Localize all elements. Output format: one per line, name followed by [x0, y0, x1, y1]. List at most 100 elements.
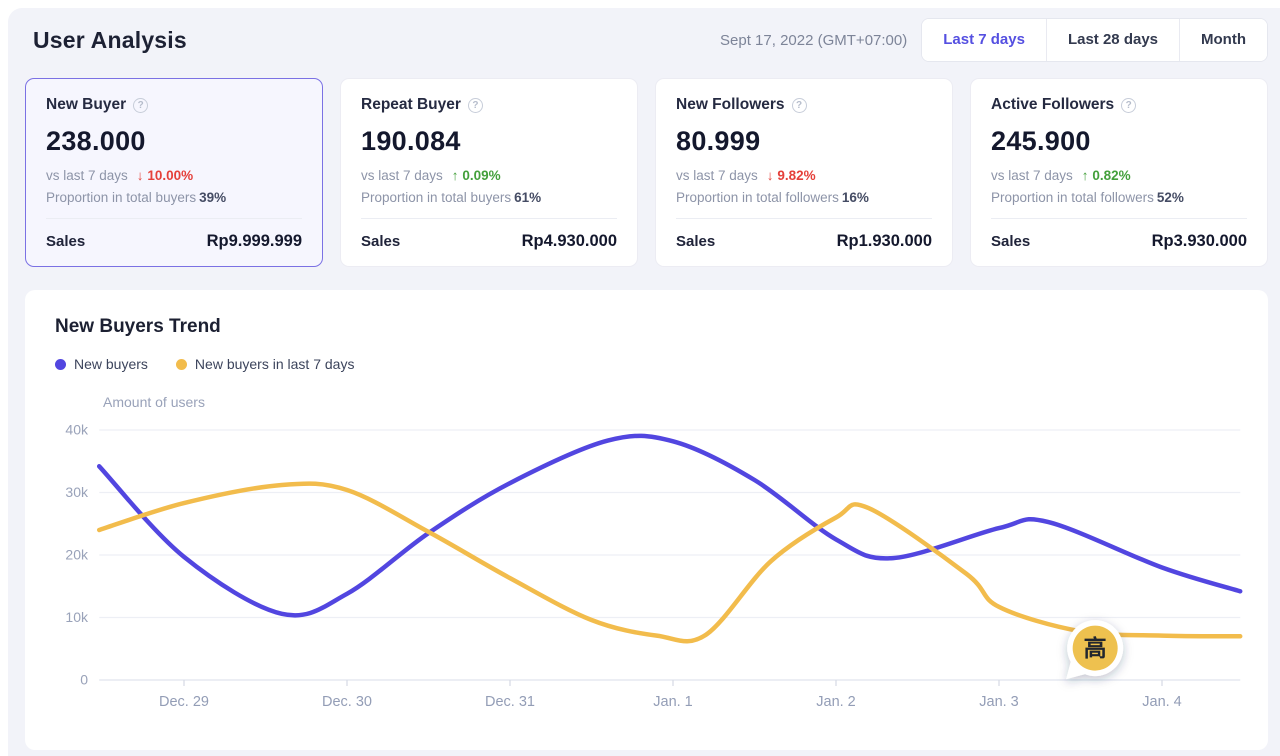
help-icon[interactable]: ?	[468, 98, 483, 113]
card-title-row: Active Followers ?	[991, 96, 1247, 114]
card-value: 238.000	[46, 126, 302, 157]
chart-legend: New buyers New buyers in last 7 days	[55, 356, 1238, 372]
arrow-down-icon: ↓	[767, 168, 774, 183]
card-title-row: New Followers ?	[676, 96, 932, 114]
svg-text:10k: 10k	[65, 609, 89, 625]
proportion-value: 52%	[1157, 190, 1184, 205]
card-title: New Followers	[676, 96, 785, 114]
vs-label: vs last 7 days	[676, 168, 758, 183]
proportion-label: Proportion in total followers	[676, 190, 839, 205]
proportion-row: Proportion in total followers52%	[991, 190, 1247, 205]
vs-row: vs last 7 days ↑ 0.09%	[361, 168, 617, 183]
vs-label: vs last 7 days	[991, 168, 1073, 183]
legend-item-new-buyers[interactable]: New buyers	[55, 356, 148, 372]
proportion-row: Proportion in total buyers39%	[46, 190, 302, 205]
page-header: User Analysis Sept 17, 2022 (GMT+07:00) …	[25, 18, 1268, 62]
help-icon[interactable]: ?	[792, 98, 807, 113]
card-title: New Buyer	[46, 96, 126, 114]
legend-label: New buyers	[74, 356, 148, 372]
proportion-value: 39%	[199, 190, 226, 205]
change-badge: ↓ 10.00%	[137, 168, 193, 183]
help-icon[interactable]: ?	[1121, 98, 1136, 113]
change-value: 9.82%	[777, 168, 815, 183]
card-value: 190.084	[361, 126, 617, 157]
svg-text:Dec. 30: Dec. 30	[322, 694, 372, 710]
vs-label: vs last 7 days	[361, 168, 443, 183]
date-label: Sept 17, 2022 (GMT+07:00)	[720, 32, 907, 49]
stat-card-active-followers[interactable]: Active Followers ? 245.900 vs last 7 day…	[970, 78, 1268, 267]
card-title-row: New Buyer ?	[46, 96, 302, 114]
range-button-month[interactable]: Month	[1179, 19, 1267, 61]
chart-title: New Buyers Trend	[55, 316, 1238, 338]
svg-text:40k: 40k	[65, 422, 89, 438]
stat-cards-row: New Buyer ? 238.000 vs last 7 days ↓ 10.…	[25, 78, 1268, 267]
trend-chart-svg[interactable]: 010k20k30k40kDec. 29Dec. 30Dec. 31Jan. 1…	[25, 414, 1268, 732]
svg-text:0: 0	[80, 672, 88, 688]
sales-label: Sales	[46, 233, 85, 250]
card-title: Active Followers	[991, 96, 1114, 114]
svg-text:高: 高	[1084, 635, 1107, 661]
chart-header: New Buyers Trend New buyers New buyers i…	[25, 316, 1268, 372]
change-badge: ↑ 0.09%	[452, 168, 501, 183]
y-axis-title: Amount of users	[103, 394, 1268, 410]
proportion-row: Proportion in total buyers61%	[361, 190, 617, 205]
sales-value: Rp1.930.000	[837, 232, 932, 251]
svg-text:Jan. 3: Jan. 3	[979, 694, 1019, 710]
help-icon[interactable]: ?	[133, 98, 148, 113]
date-range-segmented-control: Last 7 days Last 28 days Month	[921, 18, 1268, 62]
svg-text:20k: 20k	[65, 547, 89, 563]
proportion-value: 61%	[514, 190, 541, 205]
stat-card-repeat-buyer[interactable]: Repeat Buyer ? 190.084 vs last 7 days ↑ …	[340, 78, 638, 267]
vs-label: vs last 7 days	[46, 168, 128, 183]
proportion-row: Proportion in total followers16%	[676, 190, 932, 205]
new-buyers-trend-card: New Buyers Trend New buyers New buyers i…	[25, 290, 1268, 750]
card-value: 80.999	[676, 126, 932, 157]
sales-row: Sales Rp3.930.000	[991, 232, 1247, 251]
arrow-down-icon: ↓	[137, 168, 144, 183]
proportion-label: Proportion in total followers	[991, 190, 1154, 205]
change-value: 0.09%	[462, 168, 500, 183]
card-title-row: Repeat Buyer ?	[361, 96, 617, 114]
sales-row: Sales Rp1.930.000	[676, 232, 932, 251]
sales-value: Rp9.999.999	[207, 232, 302, 251]
sales-label: Sales	[361, 233, 400, 250]
vs-row: vs last 7 days ↓ 9.82%	[676, 168, 932, 183]
card-value: 245.900	[991, 126, 1247, 157]
stat-card-new-followers[interactable]: New Followers ? 80.999 vs last 7 days ↓ …	[655, 78, 953, 267]
header-controls: Sept 17, 2022 (GMT+07:00) Last 7 days La…	[720, 18, 1268, 62]
svg-text:Dec. 31: Dec. 31	[485, 694, 535, 710]
change-badge: ↑ 0.82%	[1082, 168, 1131, 183]
legend-item-new-buyers-last-7-days[interactable]: New buyers in last 7 days	[176, 356, 355, 372]
arrow-up-icon: ↑	[452, 168, 459, 183]
change-value: 10.00%	[147, 168, 193, 183]
svg-text:Jan. 2: Jan. 2	[816, 694, 856, 710]
vs-row: vs last 7 days ↓ 10.00%	[46, 168, 302, 183]
range-button-last-28-days[interactable]: Last 28 days	[1046, 19, 1179, 61]
vs-row: vs last 7 days ↑ 0.82%	[991, 168, 1247, 183]
sales-label: Sales	[991, 233, 1030, 250]
sales-row: Sales Rp9.999.999	[46, 232, 302, 251]
arrow-up-icon: ↑	[1082, 168, 1089, 183]
proportion-label: Proportion in total buyers	[46, 190, 196, 205]
svg-text:Jan. 4: Jan. 4	[1142, 694, 1182, 710]
range-button-last-7-days[interactable]: Last 7 days	[922, 19, 1046, 61]
page-title: User Analysis	[33, 27, 187, 54]
legend-dot-yellow	[176, 359, 187, 370]
svg-text:Dec. 29: Dec. 29	[159, 694, 209, 710]
card-divider	[991, 218, 1247, 219]
proportion-label: Proportion in total buyers	[361, 190, 511, 205]
sales-label: Sales	[676, 233, 715, 250]
card-title: Repeat Buyer	[361, 96, 461, 114]
sales-row: Sales Rp4.930.000	[361, 232, 617, 251]
card-divider	[46, 218, 302, 219]
user-analysis-panel: User Analysis Sept 17, 2022 (GMT+07:00) …	[8, 8, 1280, 756]
change-value: 0.82%	[1092, 168, 1130, 183]
screen: User Analysis Sept 17, 2022 (GMT+07:00) …	[0, 0, 1280, 756]
sales-value: Rp4.930.000	[522, 232, 617, 251]
stat-card-new-buyer[interactable]: New Buyer ? 238.000 vs last 7 days ↓ 10.…	[25, 78, 323, 267]
change-badge: ↓ 9.82%	[767, 168, 816, 183]
card-divider	[676, 218, 932, 219]
svg-text:Jan. 1: Jan. 1	[653, 694, 693, 710]
card-divider	[361, 218, 617, 219]
legend-dot-blue	[55, 359, 66, 370]
